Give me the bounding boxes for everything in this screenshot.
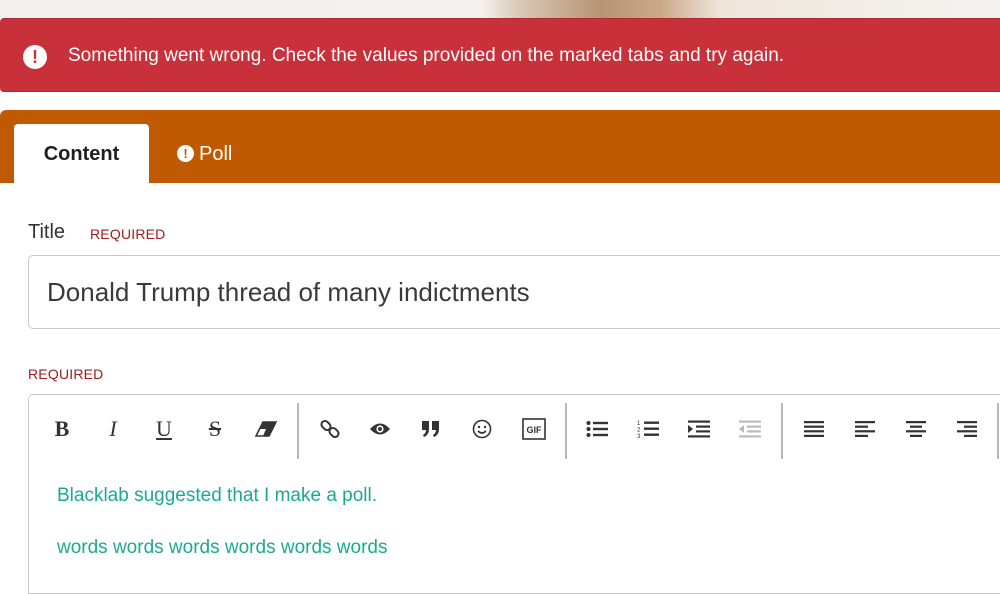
title-input[interactable]: Donald Trump thread of many indictments <box>28 255 1000 329</box>
tab-poll[interactable]: ! Poll <box>177 124 232 183</box>
hero-image-strip <box>0 0 1000 18</box>
bold-button[interactable]: B <box>46 413 78 445</box>
body-required-label: REQUIRED <box>28 366 104 382</box>
outdent-icon[interactable] <box>734 413 766 445</box>
strikethrough-button[interactable]: S <box>199 413 231 445</box>
svg-text:1: 1 <box>637 421 641 427</box>
italic-button[interactable]: I <box>97 413 129 445</box>
error-alert: ! Something went wrong. Check the values… <box>0 18 1000 92</box>
eye-icon[interactable] <box>364 413 396 445</box>
svg-text:3: 3 <box>637 434 641 439</box>
toolbar-divider <box>565 403 567 459</box>
exclamation-circle-icon: ! <box>23 45 47 69</box>
numbered-list-icon[interactable]: 123 <box>632 413 664 445</box>
toolbar-divider <box>997 403 999 459</box>
error-message: Something went wrong. Check the values p… <box>68 45 785 66</box>
justify-icon[interactable] <box>798 413 830 445</box>
link-icon[interactable] <box>314 413 346 445</box>
toolbar-divider <box>297 403 299 459</box>
editor-toolbar: B I U S GIF 123 <box>29 395 1000 463</box>
svg-text:2: 2 <box>637 428 641 434</box>
toolbar-divider <box>781 403 783 459</box>
exclamation-circle-icon: ! <box>177 145 194 162</box>
indent-icon[interactable] <box>683 413 715 445</box>
align-left-icon[interactable] <box>849 413 881 445</box>
align-right-icon[interactable] <box>951 413 983 445</box>
eraser-icon[interactable] <box>250 413 282 445</box>
align-center-icon[interactable] <box>900 413 932 445</box>
editor-paragraph: Blacklab suggested that I make a poll. <box>57 485 378 506</box>
smiley-icon[interactable] <box>466 413 498 445</box>
title-label: Title <box>28 221 66 243</box>
editor-paragraph: words words words words words words <box>57 537 388 558</box>
gif-label: GIF <box>527 425 543 435</box>
underline-button[interactable]: U <box>148 413 180 445</box>
gif-icon[interactable]: GIF <box>518 413 550 445</box>
rich-text-editor[interactable]: B I U S GIF 123 Blacklab suggested that … <box>28 394 1000 594</box>
quote-icon[interactable] <box>415 413 447 445</box>
title-required-label: REQUIRED <box>90 226 166 242</box>
tab-bar: Content ! Poll <box>0 110 1000 183</box>
tab-content[interactable]: Content <box>14 124 149 183</box>
tab-poll-label: Poll <box>199 143 233 165</box>
bullet-list-icon[interactable] <box>581 413 613 445</box>
